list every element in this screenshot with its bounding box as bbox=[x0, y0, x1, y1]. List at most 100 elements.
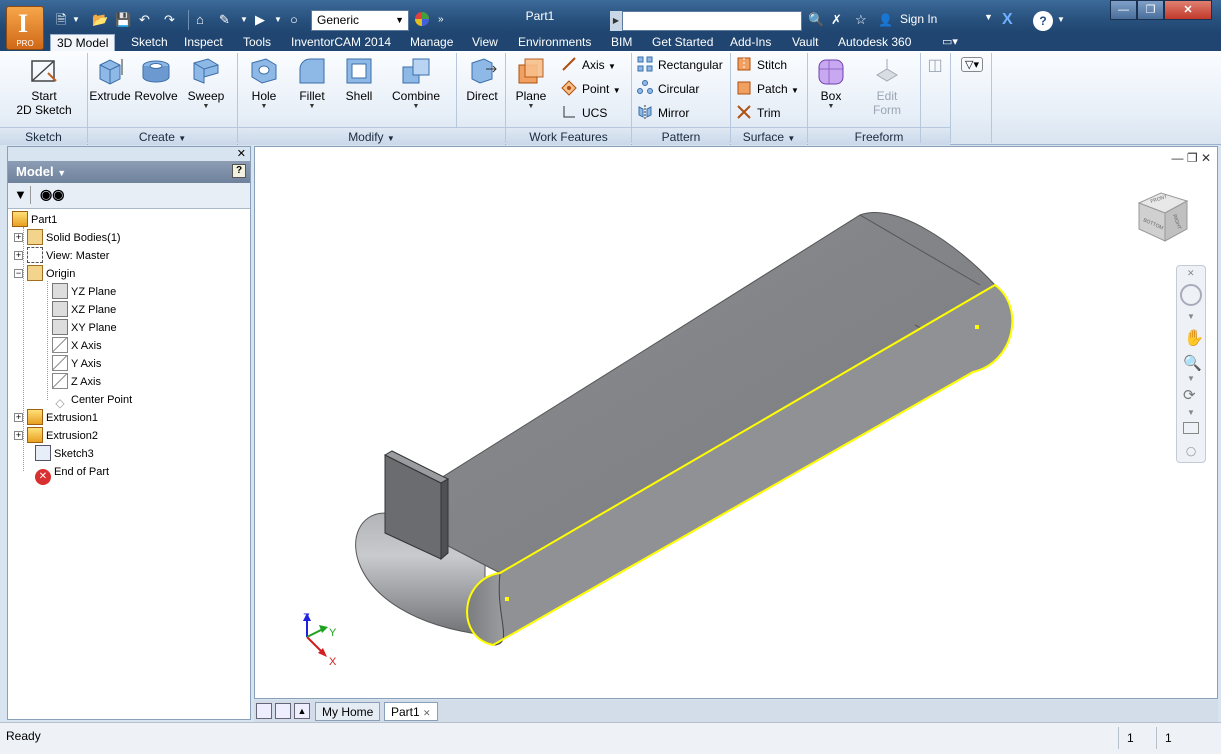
sweep-button[interactable]: Sweep ▼ bbox=[184, 55, 228, 111]
mirror-button[interactable]: Mirror bbox=[637, 103, 689, 123]
hole-button[interactable]: Hole ▼ bbox=[244, 55, 284, 111]
undo-icon[interactable]: ↶ bbox=[139, 10, 150, 30]
tab-sketch[interactable]: Sketch bbox=[131, 34, 168, 51]
panel-options-button[interactable]: ▽▾ bbox=[956, 57, 988, 72]
select-dropdown-icon[interactable]: ▼ bbox=[274, 10, 282, 30]
tab-part1[interactable]: Part1 ✕ bbox=[384, 702, 438, 721]
tab-view[interactable]: View bbox=[472, 34, 498, 51]
tree-node-solid-bodies[interactable]: + Solid Bodies(1) bbox=[14, 229, 121, 247]
direct-edit-button[interactable]: Direct bbox=[460, 55, 504, 103]
expand-icon[interactable]: + bbox=[14, 431, 23, 440]
tree-node-x-axis[interactable]: X Axis bbox=[52, 337, 102, 355]
tree-node-extrusion1[interactable]: + Extrusion1 bbox=[14, 409, 98, 427]
tab-3d-model[interactable]: 3D Model bbox=[50, 34, 116, 51]
browser-header[interactable]: Model ▼ ? bbox=[8, 161, 250, 183]
tab-get-started[interactable]: Get Started bbox=[652, 34, 713, 51]
sign-in-link[interactable]: Sign In bbox=[900, 12, 937, 26]
zoom-icon[interactable]: 🔍 bbox=[1183, 354, 1202, 372]
tree-node-center-point[interactable]: ◇ Center Point bbox=[52, 391, 132, 410]
collapse-icon[interactable]: − bbox=[14, 269, 23, 278]
exchange-icon[interactable]: X bbox=[1002, 11, 1013, 29]
tab-vault[interactable]: Vault bbox=[792, 34, 818, 51]
chevron-down-icon[interactable]: ▼ bbox=[1187, 408, 1195, 417]
viewcube[interactable]: FRONT BOTTOM RIGHT bbox=[1131, 185, 1195, 249]
open-icon[interactable]: 📂 bbox=[92, 10, 108, 30]
expand-icon[interactable]: + bbox=[14, 233, 23, 242]
project-dropdown-icon[interactable]: ▼ bbox=[240, 10, 248, 30]
extrude-button[interactable]: Extrude bbox=[88, 55, 132, 103]
help-icon[interactable]: ? bbox=[1033, 11, 1053, 31]
tab-environments[interactable]: Environments bbox=[518, 34, 591, 51]
sketch-point[interactable] bbox=[975, 325, 979, 329]
close-button[interactable]: ✕ bbox=[1164, 0, 1212, 20]
tree-node-xz-plane[interactable]: XZ Plane bbox=[52, 301, 116, 319]
expand-icon[interactable]: + bbox=[14, 251, 23, 260]
tab-autodesk-360[interactable]: Autodesk 360 bbox=[838, 34, 911, 51]
combine-button[interactable]: Combine ▼ bbox=[390, 55, 442, 111]
find-icon[interactable]: ◉◉ bbox=[40, 186, 64, 203]
circular-pattern-button[interactable]: Circular bbox=[637, 79, 699, 99]
start-2d-sketch-button[interactable]: Start 2D Sketch bbox=[14, 55, 74, 117]
3d-model[interactable]: Z Y X bbox=[255, 147, 1219, 700]
tree-node-end-of-part[interactable]: ✕ End of Part bbox=[35, 463, 109, 485]
sketch-point[interactable] bbox=[505, 597, 509, 601]
tab-my-home[interactable]: My Home bbox=[315, 702, 381, 721]
plane-button[interactable]: Plane ▼ bbox=[511, 55, 551, 111]
freeform-box-button[interactable]: Box ▼ bbox=[812, 55, 850, 111]
binoculars-icon[interactable]: 🔍 bbox=[808, 10, 824, 30]
minimize-button[interactable]: — bbox=[1110, 0, 1137, 20]
home-icon[interactable]: ⌂ bbox=[196, 10, 204, 30]
orbit-icon[interactable]: ⟳ bbox=[1183, 386, 1196, 404]
tree-node-z-axis[interactable]: Z Axis bbox=[52, 373, 101, 391]
shell-button[interactable]: Shell bbox=[339, 55, 379, 103]
tree-node-yz-plane[interactable]: YZ Plane bbox=[52, 283, 116, 301]
tree-node-view-master[interactable]: + View: Master bbox=[14, 247, 109, 265]
search-expand-icon[interactable]: ▶ bbox=[610, 11, 622, 31]
modify-panel-label[interactable]: Modify ▼ bbox=[238, 127, 505, 145]
point-button[interactable]: Point ▼ bbox=[561, 79, 621, 99]
create-panel-label[interactable]: Create ▼ bbox=[88, 127, 237, 145]
ucs-button[interactable]: UCS bbox=[561, 103, 607, 123]
tree-node-sketch3[interactable]: Sketch3 bbox=[35, 445, 94, 463]
ribbon-options-icon[interactable]: ▭▾ bbox=[942, 34, 958, 51]
tab-inspect[interactable]: Inspect bbox=[184, 34, 223, 51]
save-icon[interactable]: 💾 bbox=[115, 10, 131, 30]
color-wheel-icon[interactable] bbox=[413, 10, 431, 30]
convert-icon-button[interactable]: ◫ bbox=[924, 55, 946, 75]
close-icon[interactable]: ✕ bbox=[423, 708, 431, 718]
chevron-down-icon[interactable]: ▼ bbox=[1187, 374, 1195, 383]
project-icon[interactable]: ✎ bbox=[219, 10, 230, 30]
help-icon[interactable]: ? bbox=[232, 164, 246, 178]
edit-form-button[interactable]: Edit Form bbox=[862, 55, 912, 117]
fillet-button[interactable]: Fillet ▼ bbox=[292, 55, 332, 111]
close-icon[interactable]: ✕ bbox=[1187, 268, 1195, 279]
surface-panel-label[interactable]: Surface ▼ bbox=[731, 127, 807, 145]
tree-node-extrusion2[interactable]: + Extrusion2 bbox=[14, 427, 98, 445]
cascade-icon[interactable] bbox=[256, 703, 272, 719]
select-icon[interactable]: ▶ bbox=[255, 10, 265, 30]
trim-button[interactable]: Trim bbox=[736, 103, 781, 123]
tab-bim[interactable]: BIM bbox=[611, 34, 632, 51]
tree-node-xy-plane[interactable]: XY Plane bbox=[52, 319, 117, 337]
communication-icon[interactable]: ✗ bbox=[831, 10, 842, 30]
customize-icon[interactable]: ◯ bbox=[1186, 446, 1196, 457]
star-icon[interactable]: ☆ bbox=[855, 10, 867, 30]
sign-in-dropdown-icon[interactable]: ▼ bbox=[984, 12, 993, 22]
stitch-button[interactable]: Stitch bbox=[736, 55, 787, 75]
look-at-icon[interactable] bbox=[1183, 422, 1199, 434]
steering-wheel-icon[interactable] bbox=[1180, 284, 1202, 306]
appearance-icon[interactable]: ○ bbox=[290, 10, 298, 30]
patch-button[interactable]: Patch ▼ bbox=[736, 79, 799, 99]
tab-add-ins[interactable]: Add-Ins bbox=[730, 34, 771, 51]
filter-icon[interactable]: ▼ bbox=[14, 187, 27, 202]
close-icon[interactable]: ✕ bbox=[237, 147, 246, 160]
more-icon[interactable]: » bbox=[438, 10, 444, 30]
rectangular-pattern-button[interactable]: Rectangular bbox=[637, 55, 723, 75]
tile-icon[interactable] bbox=[275, 703, 291, 719]
tab-tools[interactable]: Tools bbox=[243, 34, 271, 51]
redo-icon[interactable]: ↷ bbox=[164, 10, 175, 30]
search-input[interactable] bbox=[622, 11, 802, 31]
tree-node-part1[interactable]: Part1 bbox=[12, 211, 57, 229]
new-dropdown-icon[interactable]: ▼ bbox=[72, 10, 80, 30]
expand-icon[interactable]: + bbox=[14, 413, 23, 422]
